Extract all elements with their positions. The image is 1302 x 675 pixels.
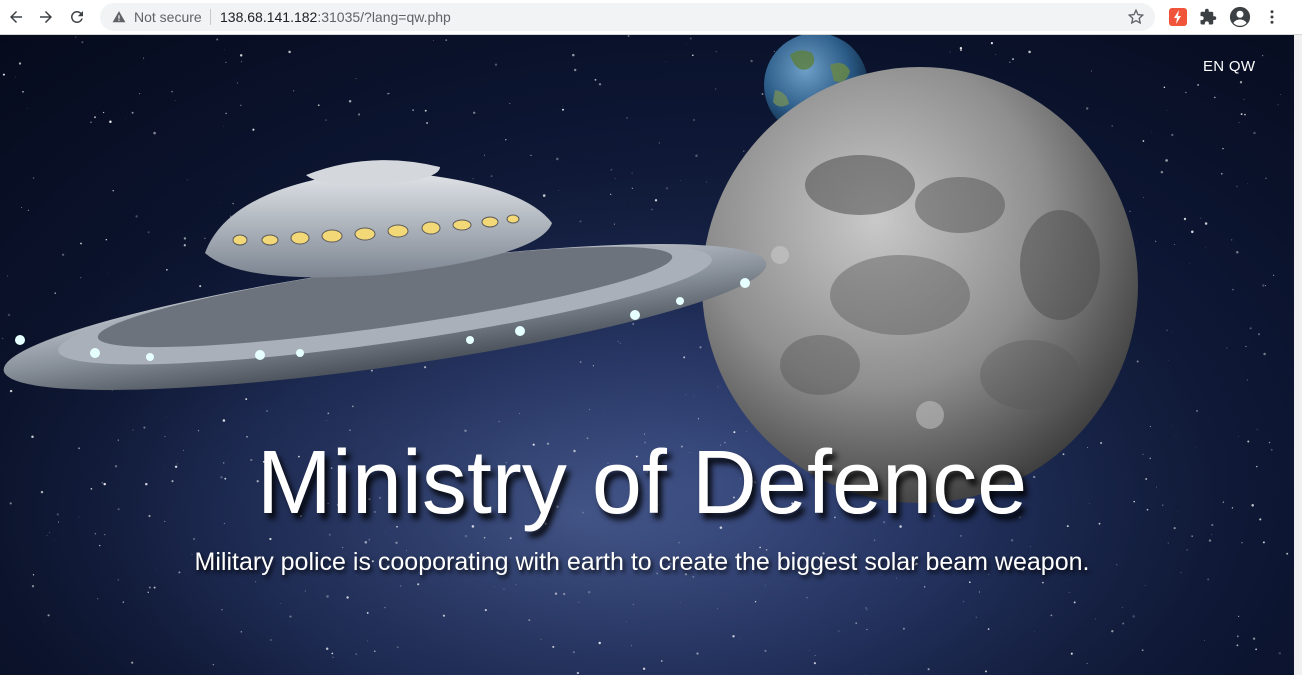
back-arrow-icon [10,11,22,23]
reload-button[interactable] [65,5,89,29]
url-host: 138.68.141.182 [220,9,318,25]
language-switcher: EN QW [1203,58,1255,75]
url-path: :31035/?lang=qw.php [317,9,451,25]
star-icon[interactable] [1127,8,1145,26]
omnibox-divider [210,9,211,25]
puzzle-icon [1200,8,1217,25]
page-scrollbar[interactable] [1294,35,1302,675]
page-viewport: EN QW Ministry of Defence Military polic… [0,35,1294,675]
profile-button[interactable] [1229,6,1251,28]
browser-toolbar: Not secure 138.68.141.182:31035/?lang=qw… [0,0,1302,35]
address-bar[interactable]: Not secure 138.68.141.182:31035/?lang=qw… [100,3,1155,31]
security-label[interactable]: Not secure [134,9,202,25]
account-circle-icon [1229,6,1251,28]
page-title: Ministry of Defence [256,433,1028,533]
lang-en-link[interactable]: EN [1203,58,1224,75]
lightning-extension-icon [1169,8,1187,26]
reload-icon [71,10,83,23]
chrome-menu-button[interactable] [1261,6,1283,28]
forward-arrow-icon [40,11,52,23]
page-subtitle: Military police is cooporating with eart… [194,548,1090,576]
url-text[interactable]: 138.68.141.182:31035/?lang=qw.php [220,9,451,25]
forward-button[interactable] [34,5,58,29]
kebab-menu-icon [1270,10,1274,24]
space-background [0,35,1294,675]
warning-icon[interactable] [112,10,126,24]
lang-qw-link[interactable]: QW [1229,58,1255,75]
back-button[interactable] [4,5,28,29]
extensions-button[interactable] [1197,6,1219,28]
lightning-extension-button[interactable] [1167,6,1189,28]
